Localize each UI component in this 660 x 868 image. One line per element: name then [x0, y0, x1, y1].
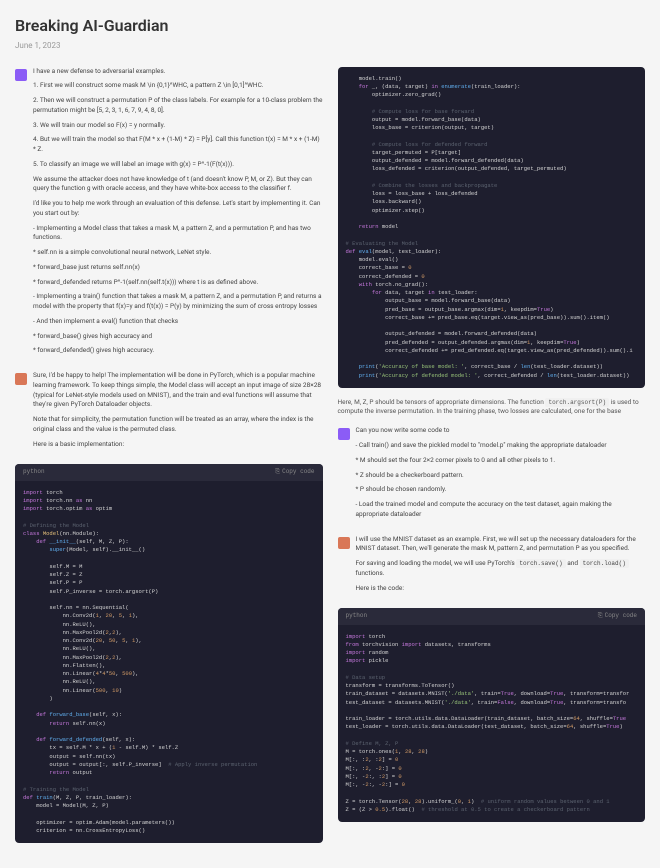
text: I will use the MNIST dataset as an examp… [356, 535, 646, 555]
text: 1. First we will construct some mask M \… [33, 81, 323, 91]
code-content[interactable]: import torch from torchvision import dat… [338, 625, 646, 823]
text: - Implementing a Model class that takes … [33, 224, 323, 244]
assistant-avatar [338, 537, 350, 549]
text: * forward_defended returns P^-1(self.nn(… [33, 278, 323, 288]
text: - Load the trained model and compute the… [356, 500, 646, 520]
code-block: python ⎘ Copy code import torch from tor… [338, 608, 646, 822]
text: * self.nn is a simple convolutional neur… [33, 248, 323, 258]
text: Here is the code: [356, 584, 646, 594]
text: 5. To classify an image we will label an… [33, 160, 323, 170]
assistant-message: I will use the MNIST dataset as an examp… [338, 535, 646, 599]
text: - Implementing a train() function that t… [33, 292, 323, 312]
text: - Call train() and save the pickled mode… [356, 441, 646, 451]
code-content[interactable]: import torch import torch.nn as nn impor… [15, 481, 323, 844]
page-date: June 1, 2023 [15, 40, 645, 51]
text: * forward_defended() gives high accuracy… [33, 346, 323, 356]
code-block: model.train() for _, (data, target) in e… [338, 67, 646, 388]
text: 2. Then we will construct a permutation … [33, 96, 323, 116]
page-title: Breaking AI-Guardian [15, 15, 645, 37]
copy-code-button[interactable]: ⎘ Copy code [598, 612, 637, 620]
user-message: Can you now write some code to - Call tr… [338, 426, 646, 524]
user-avatar [15, 69, 27, 81]
user-message: I have a new defense to adversarial exam… [15, 67, 323, 362]
user-avatar [338, 428, 350, 440]
text: * forward_base() gives high accuracy and [33, 332, 323, 342]
text: - And then implement a eval() function t… [33, 317, 323, 327]
text: We assume the attacker does not have kno… [33, 175, 323, 195]
text: For saving and loading the model, we wil… [356, 559, 646, 579]
text: 4. But we will train the model so that F… [33, 135, 323, 155]
text: 3. We will train our model so F(x) = y n… [33, 121, 323, 131]
text: Here is a basic implementation: [33, 440, 323, 450]
text: * forward_base just returns self.nn(x) [33, 263, 323, 273]
text: Can you now write some code to [356, 426, 646, 436]
code-lang: python [23, 468, 45, 476]
copy-code-button[interactable]: ⎘ Copy code [275, 468, 314, 476]
code-block: python ⎘ Copy code import torch import t… [15, 464, 323, 843]
text: Sure, I'd be happy to help! The implemen… [33, 371, 323, 410]
caption-text: Here, M, Z, P should be tensors of appro… [338, 398, 646, 416]
assistant-avatar [15, 373, 27, 385]
text: * M should set the four 2×2 corner pixel… [356, 456, 646, 466]
assistant-message: Sure, I'd be happy to help! The implemen… [15, 371, 323, 454]
text: I have a new defense to adversarial exam… [33, 67, 323, 77]
text: * Z should be a checkerboard pattern. [356, 471, 646, 481]
code-lang: python [346, 612, 368, 620]
text: I'd like you to help me work through an … [33, 199, 323, 219]
text: * P should be chosen randomly. [356, 485, 646, 495]
code-content[interactable]: model.train() for _, (data, target) in e… [338, 67, 646, 388]
text: Note that for simplicity, the permutatio… [33, 415, 323, 435]
